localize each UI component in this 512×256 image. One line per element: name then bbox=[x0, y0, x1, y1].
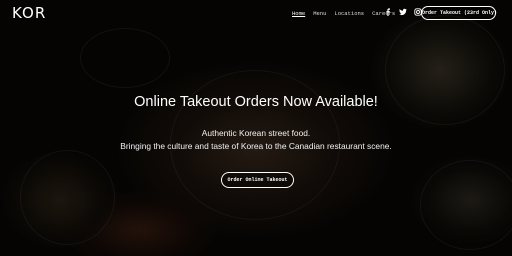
hero-headline: Online Takeout Orders Now Available! bbox=[134, 94, 378, 110]
nav-links: Home Menu Locations Careers bbox=[292, 10, 395, 17]
hero-tagline-text: Authentic Korean street food. Bringing t… bbox=[120, 128, 392, 151]
nav-link-home[interactable]: Home bbox=[292, 10, 305, 17]
twitter-icon[interactable] bbox=[399, 8, 407, 16]
top-navigation: KOR Home Menu Locations Careers Order Ta… bbox=[0, 0, 512, 28]
order-online-takeout-button[interactable]: Order Online Takeout bbox=[221, 172, 294, 188]
hero-tagline: Authentic Korean street food. Bringing t… bbox=[120, 127, 392, 152]
nav-link-menu[interactable]: Menu bbox=[313, 10, 326, 17]
social-links bbox=[384, 8, 422, 16]
facebook-icon[interactable] bbox=[384, 8, 392, 16]
logo[interactable]: KOR bbox=[12, 4, 46, 22]
nav-link-locations[interactable]: Locations bbox=[334, 10, 364, 17]
order-takeout-button[interactable]: Order Takeout (23rd Only) bbox=[421, 6, 497, 20]
